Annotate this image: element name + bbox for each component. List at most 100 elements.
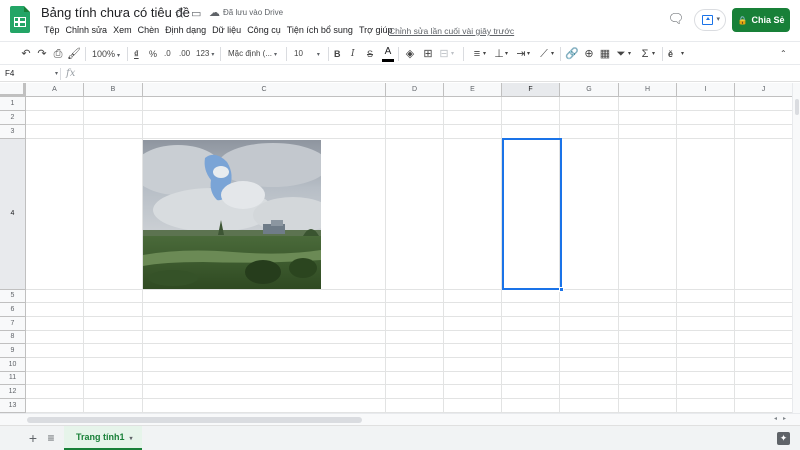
functions-icon[interactable]: Σ bbox=[638, 46, 652, 62]
column-header-d[interactable]: D bbox=[386, 83, 444, 97]
menu-addons[interactable]: Tiện ích bổ sung bbox=[284, 25, 356, 39]
italic-button[interactable]: I bbox=[351, 46, 355, 62]
fill-handle[interactable] bbox=[559, 287, 564, 292]
cloud-saved-icon[interactable]: ☁ bbox=[209, 6, 220, 19]
borders-icon[interactable]: ⊞ bbox=[421, 46, 435, 62]
text-rotation-icon[interactable]: ⟋ bbox=[537, 46, 551, 62]
menu-file[interactable]: Tệp bbox=[41, 25, 63, 39]
column-header-c[interactable]: C bbox=[143, 83, 386, 97]
add-sheet-button[interactable]: + bbox=[27, 429, 39, 447]
row-header-8[interactable]: 8 bbox=[0, 331, 26, 344]
filter-icon[interactable]: ⏷ bbox=[614, 46, 628, 62]
spreadsheet-grid[interactable]: A B C D E F G H I J 1 2 3 4 5 6 7 8 9 10… bbox=[0, 83, 792, 413]
column-header-i[interactable]: I bbox=[677, 83, 735, 97]
name-box[interactable]: F4 ▾ bbox=[4, 67, 58, 81]
menu-data[interactable]: Dữ liệu bbox=[209, 25, 244, 39]
select-all-corner[interactable] bbox=[0, 83, 26, 97]
align-horizontal-icon[interactable]: ≡ bbox=[470, 46, 484, 62]
column-header-a[interactable]: A bbox=[26, 83, 84, 97]
document-title[interactable]: Bảng tính chưa có tiêu đề bbox=[41, 5, 190, 20]
column-header-j[interactable]: J bbox=[735, 83, 792, 97]
scroll-right-icon[interactable]: ▸ bbox=[783, 415, 786, 422]
zoom-select[interactable]: 100% ▾ bbox=[92, 46, 120, 62]
menu-insert[interactable]: Chèn bbox=[135, 25, 163, 39]
align-vertical-icon[interactable]: ⊥ bbox=[492, 46, 506, 62]
insert-chart-icon[interactable]: ▦ bbox=[598, 46, 612, 62]
print-icon[interactable]: ⎙ bbox=[51, 46, 65, 62]
explore-icon[interactable]: ✦ bbox=[777, 432, 790, 445]
horizontal-scrollbar[interactable]: ◂ ▸ bbox=[0, 413, 800, 425]
row-header-11[interactable]: 11 bbox=[0, 372, 26, 385]
increase-decimal-button[interactable]: .00 bbox=[179, 46, 190, 62]
gridline bbox=[26, 138, 792, 139]
redo-icon[interactable]: ↷ bbox=[35, 46, 49, 62]
column-header-b[interactable]: B bbox=[84, 83, 143, 97]
insert-link-icon[interactable]: 🔗 bbox=[565, 46, 579, 62]
font-family-value: Mặc định (... bbox=[228, 49, 273, 58]
row-header-5[interactable]: 5 bbox=[0, 290, 26, 303]
functions-dropdown[interactable]: ▾ bbox=[652, 46, 655, 62]
currency-format-button[interactable]: ₫ bbox=[134, 46, 139, 62]
text-color-button[interactable]: A bbox=[382, 46, 394, 62]
text-wrapping-icon[interactable]: ⇥ bbox=[514, 46, 528, 62]
collapse-toolbar-icon[interactable]: ⌃ bbox=[780, 46, 787, 62]
undo-icon[interactable]: ↶ bbox=[19, 46, 33, 62]
align-vertical-dropdown[interactable]: ▾ bbox=[505, 46, 508, 62]
last-edit-link[interactable]: Chỉnh sửa lần cuối vài giây trước bbox=[389, 26, 514, 36]
row-header-1[interactable]: 1 bbox=[0, 97, 26, 111]
sheets-logo-icon[interactable] bbox=[10, 6, 30, 33]
row-header-2[interactable]: 2 bbox=[0, 111, 26, 125]
horizontal-scroll-thumb[interactable] bbox=[27, 417, 362, 423]
paint-format-icon[interactable]: 🖌 bbox=[67, 46, 81, 62]
row-header-10[interactable]: 10 bbox=[0, 358, 26, 372]
row-header-13[interactable]: 13 bbox=[0, 399, 26, 413]
chevron-down-icon[interactable]: ▾ bbox=[130, 436, 133, 442]
row-header-3[interactable]: 3 bbox=[0, 125, 26, 139]
percent-format-button[interactable]: % bbox=[149, 46, 157, 62]
column-header-g[interactable]: G bbox=[560, 83, 619, 97]
sheet-tab-active[interactable]: Trang tính1 ▾ bbox=[64, 426, 142, 450]
toolbar-divider bbox=[286, 47, 287, 61]
input-tools-dropdown[interactable]: ▾ bbox=[681, 46, 684, 62]
row-header-6[interactable]: 6 bbox=[0, 303, 26, 317]
star-icon[interactable]: ☆ bbox=[174, 6, 186, 22]
bold-button[interactable]: B bbox=[334, 46, 341, 62]
selected-cell-f4[interactable] bbox=[502, 138, 564, 292]
menu-format[interactable]: Định dạng bbox=[162, 25, 209, 39]
more-formats-select[interactable]: 123 ▾ bbox=[196, 46, 214, 62]
merge-cells-dropdown[interactable]: ▾ bbox=[451, 46, 454, 62]
present-button[interactable]: ▾ bbox=[694, 9, 726, 31]
align-horizontal-dropdown[interactable]: ▾ bbox=[483, 46, 486, 62]
menu-tools[interactable]: Công cụ bbox=[244, 25, 284, 39]
row-header-7[interactable]: 7 bbox=[0, 317, 26, 331]
vertical-scroll-thumb[interactable] bbox=[795, 99, 799, 115]
column-header-e[interactable]: E bbox=[444, 83, 502, 97]
input-tools-button[interactable]: ě bbox=[668, 46, 673, 62]
row-header-9[interactable]: 9 bbox=[0, 344, 26, 358]
gridline bbox=[443, 97, 444, 413]
all-sheets-menu-icon[interactable]: ≡ bbox=[45, 429, 57, 447]
menu-edit[interactable]: Chỉnh sửa bbox=[63, 25, 111, 39]
comment-history-icon[interactable]: 🗨 bbox=[667, 11, 685, 27]
formula-input[interactable] bbox=[84, 66, 800, 82]
share-button[interactable]: 🔒 Chia Sẻ bbox=[732, 8, 790, 32]
row-header-12[interactable]: 12 bbox=[0, 385, 26, 399]
vertical-scrollbar[interactable] bbox=[792, 83, 800, 413]
font-family-select[interactable]: Mặc định (... ▾ bbox=[228, 46, 277, 62]
column-header-h[interactable]: H bbox=[619, 83, 677, 97]
row-header-4[interactable]: 4 bbox=[0, 139, 26, 290]
filter-dropdown[interactable]: ▾ bbox=[628, 46, 631, 62]
column-header-f[interactable]: F bbox=[502, 83, 560, 97]
scroll-left-icon[interactable]: ◂ bbox=[774, 415, 777, 422]
text-rotation-dropdown[interactable]: ▾ bbox=[551, 46, 554, 62]
insert-comment-icon[interactable]: ⊕ bbox=[582, 46, 596, 62]
text-wrapping-dropdown[interactable]: ▾ bbox=[527, 46, 530, 62]
merge-cells-icon[interactable]: ⊟ bbox=[437, 46, 451, 62]
font-size-select[interactable]: 10 ▾ bbox=[294, 46, 320, 62]
fill-color-icon[interactable]: ◈ bbox=[403, 46, 417, 62]
strikethrough-button[interactable]: S bbox=[367, 46, 373, 62]
decrease-decimal-button[interactable]: .0 bbox=[164, 46, 171, 62]
move-folder-icon[interactable]: ▭ bbox=[191, 7, 201, 20]
inserted-landscape-image[interactable] bbox=[143, 140, 321, 289]
menu-view[interactable]: Xem bbox=[110, 25, 135, 39]
